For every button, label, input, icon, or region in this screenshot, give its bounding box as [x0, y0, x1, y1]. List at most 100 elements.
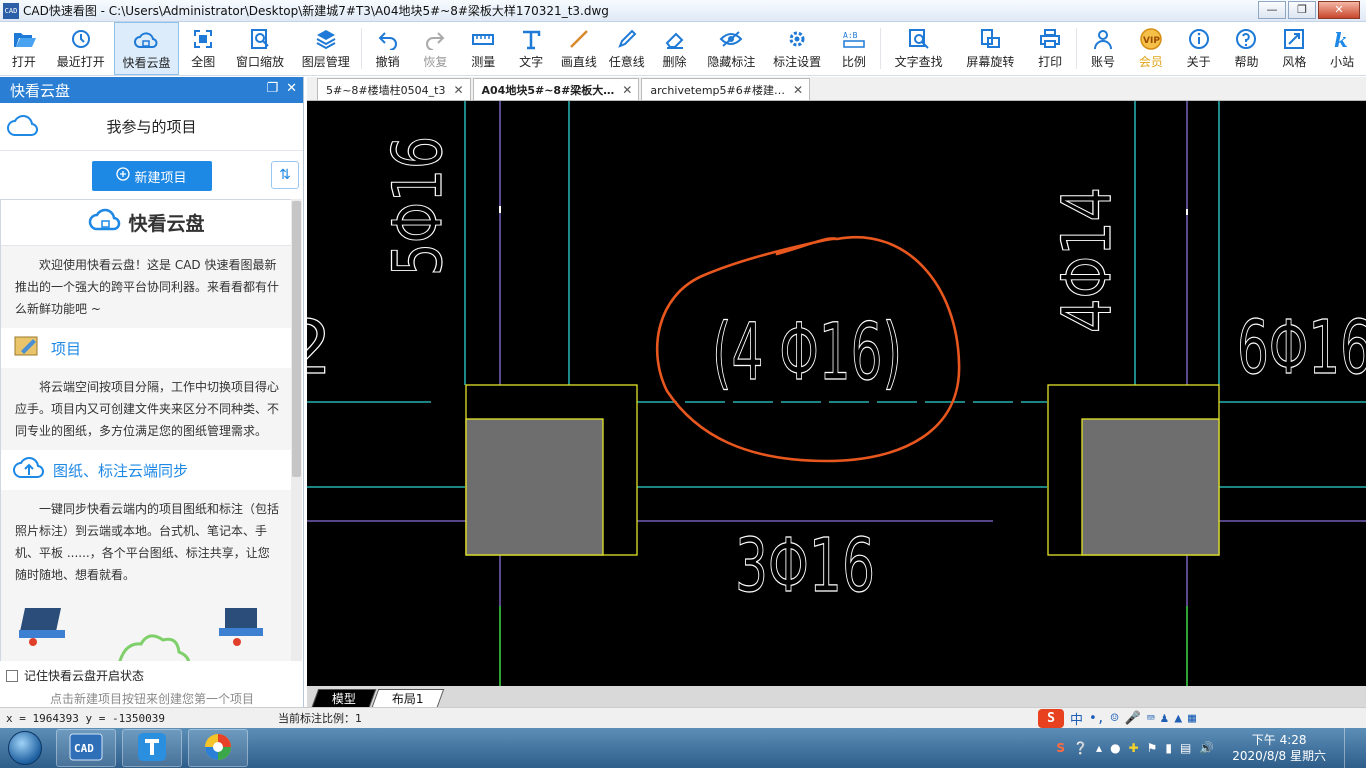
new-project-row: 新建项目 ⇅	[0, 151, 303, 201]
account-button[interactable]: 账号	[1079, 22, 1127, 75]
hide-annotation-button[interactable]: 隐藏标注	[698, 22, 764, 75]
pinwheel-app-icon	[203, 732, 233, 765]
section-projects-text: 将云端空间按项目分隔，工作中切换项目得心应手。项目内又可创建文件夹来区分不同种类…	[1, 368, 292, 450]
taskbar-cad-app[interactable]: CAD	[56, 729, 116, 767]
svg-text:A:B: A:B	[843, 31, 858, 40]
expand-tray-icon[interactable]: ▴	[1096, 741, 1102, 755]
redo-button[interactable]: 恢复	[412, 22, 460, 75]
skin-icon[interactable]: ▲	[1174, 711, 1182, 726]
station-label: 小站	[1330, 55, 1355, 69]
help-tray-icon[interactable]: ❔	[1073, 741, 1088, 755]
style-button[interactable]: 风格	[1270, 22, 1318, 75]
panel-scrollbar[interactable]	[291, 199, 302, 661]
measure-button[interactable]: 测量	[459, 22, 507, 75]
maximize-button[interactable]: ❐	[1288, 1, 1316, 19]
remember-checkbox[interactable]	[6, 669, 18, 682]
freehand-button[interactable]: 任意线	[603, 22, 651, 75]
about-button[interactable]: 关于	[1175, 22, 1223, 75]
start-button[interactable]	[0, 728, 50, 768]
scale-button[interactable]: A:B 比例	[830, 22, 878, 75]
tab-document-3[interactable]: archivetemp5#6#楼建… ✕	[641, 78, 811, 100]
window-title: CAD快速看图 - C:\Users\Administrator\Desktop…	[23, 4, 609, 18]
sync-button[interactable]: ⇅	[271, 161, 299, 189]
plus-circle-icon	[116, 167, 131, 185]
print-label: 打印	[1038, 55, 1063, 69]
cloud-icon	[133, 29, 159, 51]
close-tab-icon[interactable]: ✕	[622, 83, 632, 97]
plus-tray-icon[interactable]: ✚	[1129, 741, 1139, 755]
project-icon	[13, 333, 43, 363]
close-tab-icon[interactable]: ✕	[453, 83, 463, 97]
vip-button[interactable]: VIP 会员	[1127, 22, 1175, 75]
delete-button[interactable]: 删除	[651, 22, 699, 75]
emoji-icon[interactable]: ☺	[1111, 711, 1119, 726]
flag-tray-icon[interactable]: ⚑	[1147, 741, 1158, 755]
tab-document-2[interactable]: A04地块5#~8#梁板大… ✕	[472, 78, 640, 100]
cloud-icon	[88, 207, 122, 238]
gear-icon	[784, 28, 810, 50]
help-label: 帮助	[1234, 55, 1259, 69]
close-button[interactable]: ✕	[1318, 1, 1360, 19]
sogou-logo-icon[interactable]: S	[1038, 709, 1064, 728]
zoom-window-button[interactable]: 窗口缩放	[227, 22, 293, 75]
text-button[interactable]: 文字	[507, 22, 555, 75]
panel-restore-icon[interactable]: ❐	[266, 81, 278, 96]
network-tray-icon[interactable]: ▤	[1180, 741, 1191, 755]
microphone-icon[interactable]: 🎤	[1125, 711, 1141, 726]
open-button[interactable]: 打开	[0, 22, 48, 75]
layer-manager-label: 图层管理	[301, 55, 350, 69]
station-button[interactable]: k 小站	[1318, 22, 1366, 75]
annotation-settings-button[interactable]: 标注设置	[764, 22, 830, 75]
draw-line-label: 画直线	[560, 55, 597, 69]
drawing-svg[interactable]: 5Φ16 (4 Φ16) 4Φ14 6Φ16 3Φ16 2	[307, 101, 1366, 686]
help-icon	[1233, 28, 1259, 50]
cloud-icon	[6, 113, 40, 142]
grid-menu-icon[interactable]: ▦	[1188, 711, 1196, 726]
show-desktop-button[interactable]	[1344, 728, 1358, 768]
zoom-window-icon	[247, 28, 273, 50]
print-button[interactable]: 打印	[1026, 22, 1074, 75]
full-view-label: 全图	[191, 55, 216, 69]
drawing-canvas[interactable]: 5Φ16 (4 Φ16) 4Φ14 6Φ16 3Φ16 2	[307, 101, 1366, 686]
draw-line-button[interactable]: 画直线	[555, 22, 603, 75]
sogou-tray-icon[interactable]: S	[1056, 741, 1065, 755]
volume-tray-icon[interactable]: 🔊	[1199, 741, 1214, 755]
layer-manager-button[interactable]: 图层管理	[293, 22, 359, 75]
taskbar-t-app[interactable]	[122, 729, 182, 767]
keyboard-icon[interactable]: ⌨	[1147, 711, 1155, 726]
cloud-intro-content[interactable]: 快看云盘 欢迎使用快看云盘！这是 CAD 快速看图最新推出的一个强大的跨平台协同…	[0, 199, 292, 661]
minimize-button[interactable]: —	[1258, 1, 1286, 19]
user-profile-icon[interactable]: ♟	[1161, 711, 1169, 726]
close-tab-icon[interactable]: ✕	[793, 83, 803, 97]
panel-close-icon[interactable]: ✕	[286, 81, 297, 96]
new-project-button[interactable]: 新建项目	[91, 161, 212, 191]
text-search-button[interactable]: 文字查找	[883, 22, 955, 75]
cloud-disk-button[interactable]: 快看云盘	[113, 22, 180, 75]
tab-layout1-label: 布局1	[391, 692, 424, 706]
tab-model-label: 模型	[331, 692, 356, 706]
t-app-icon	[137, 732, 167, 765]
rotate-screen-button[interactable]: 屏幕旋转	[955, 22, 1027, 75]
taskbar-color-app[interactable]	[188, 729, 248, 767]
help-button[interactable]: 帮助	[1223, 22, 1271, 75]
cloud-panel-header: 快看云盘 ❐ ✕	[0, 77, 303, 103]
tab-model[interactable]: 模型	[311, 689, 377, 707]
toolbar-divider	[1076, 28, 1078, 69]
text-search-label: 文字查找	[894, 55, 943, 69]
column-right	[1047, 384, 1220, 556]
scrollbar-thumb[interactable]	[292, 201, 301, 477]
undo-button[interactable]: 撤销	[364, 22, 412, 75]
tab-layout1[interactable]: 布局1	[371, 689, 444, 707]
remember-label: 记住快看云盘开启状态	[24, 669, 145, 683]
browser-tray-icon[interactable]: ●	[1110, 741, 1120, 755]
my-projects-row: 我参与的项目	[0, 103, 303, 151]
status-bar: x = 1964393 y = -1350039 当前标注比例：1 S 中 •,…	[0, 707, 1366, 728]
full-view-button[interactable]: 全图	[179, 22, 227, 75]
tab-document-1[interactable]: 5#~8#楼墙柱0504_t3 ✕	[317, 78, 471, 100]
battery-tray-icon[interactable]: ▮	[1165, 741, 1172, 755]
clock[interactable]: 下午 4:28 2020/8/8 星期六	[1222, 732, 1336, 764]
ime-mode[interactable]: 中	[1070, 709, 1083, 728]
remember-row[interactable]: 记住快看云盘开启状态	[0, 663, 304, 684]
punctuation-icon[interactable]: •,	[1089, 711, 1105, 726]
recent-button[interactable]: 最近打开	[48, 22, 114, 75]
